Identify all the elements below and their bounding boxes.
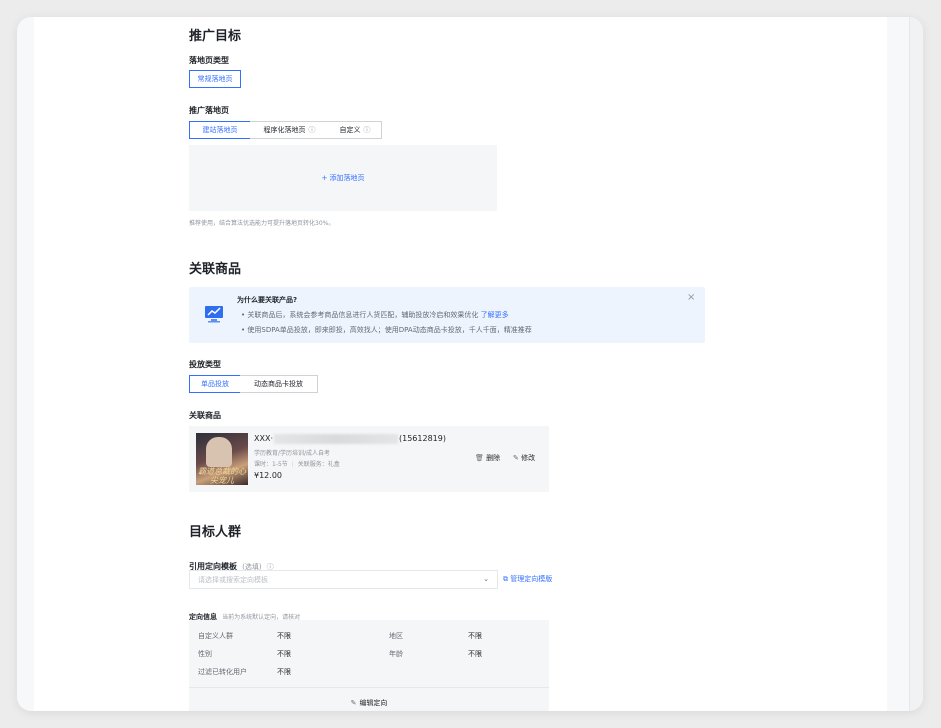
manage-template-link[interactable]: ⧉ 管理定向模版: [503, 574, 552, 584]
notice-line-2-text: 使用SDPA单品投放，即来即投，高效找人；使用DPA动态商品卡投放，千人千面，精…: [247, 326, 532, 334]
page-content: 推广目标 落地页类型 常规落地页 推广落地页 建站落地页 程序化落地页 ⓘ 自定…: [34, 17, 887, 711]
divider: |: [291, 461, 294, 468]
tab-custom-label: 自定义: [339, 126, 361, 134]
bullet-icon: •: [241, 326, 246, 334]
template-select-placeholder: 请选择或搜索定向模板: [198, 575, 268, 584]
tab-site-landing-label: 建站落地页: [202, 126, 238, 134]
target-val-custom-crowd: 不限: [277, 632, 291, 640]
tab-programmatic-landing-label: 程序化落地页: [263, 126, 306, 134]
target-info-box: 自定义人群 不限 性别 不限 过滤已转化用户 不限 地区 不限 年龄 不限 ✎ …: [189, 620, 549, 711]
product-card: 霸道总裁的心尖宠儿 XXX· (15612819) 学历教育/学历培训/成人自考…: [189, 426, 549, 492]
edit-label: 修改: [521, 454, 536, 462]
close-icon[interactable]: ×: [687, 292, 695, 303]
learn-more-link[interactable]: 了解更多: [481, 311, 509, 319]
edit-button[interactable]: ✎ 修改: [513, 453, 535, 463]
notice-title: 为什么要关联产品?: [237, 296, 298, 304]
target-key-filter-converted: 过滤已转化用户: [198, 668, 247, 676]
chevron-down-icon[interactable]: ⌄: [483, 575, 489, 583]
delete-label: 删除: [486, 454, 501, 462]
target-val-age: 不限: [468, 650, 482, 658]
target-key-custom-crowd: 自定义人群: [198, 632, 233, 640]
target-key-region: 地区: [389, 632, 403, 640]
monitor-chart-icon: [204, 304, 224, 324]
delivery-type-dynamic-label: 动态商品卡投放: [254, 380, 303, 388]
product-category: 学历教育/学历培训/成人自考: [254, 450, 331, 457]
target-val-filter-converted: 不限: [277, 668, 291, 676]
landing-type-label: 落地页类型: [189, 56, 229, 65]
landing-hint: 推荐使用，结合算法优选能力可提升落地页转化30%。: [189, 220, 335, 227]
browser-frame: 推广目标 落地页类型 常规落地页 推广落地页 建站落地页 程序化落地页 ⓘ 自定…: [17, 17, 923, 711]
delivery-type-dynamic[interactable]: 动态商品卡投放: [240, 375, 318, 393]
edit-targeting-button[interactable]: ✎ 编辑定向: [189, 687, 549, 711]
add-landing-page-dropzone[interactable]: + 添加落地页: [189, 145, 497, 211]
product-service: 关联服务：礼盒: [297, 461, 340, 468]
edit-targeting-label: 编辑定向: [359, 698, 388, 707]
delivery-type-label: 投放类型: [189, 360, 221, 369]
external-link-icon: ⧉: [503, 575, 508, 583]
target-val-region: 不限: [468, 632, 482, 640]
help-icon[interactable]: ⓘ: [309, 125, 316, 135]
scrollbar[interactable]: [909, 17, 923, 711]
tab-site-landing[interactable]: 建站落地页: [189, 121, 251, 139]
delivery-type-single[interactable]: 单品投放: [189, 375, 241, 393]
notice-line-1: • 关联商品后，系统会参考商品信息进行人货匹配，辅助投放冷启和效果优化 了解更多: [241, 310, 509, 320]
product-hours: 课时：1-5节: [254, 461, 288, 468]
help-icon[interactable]: ⓘ: [364, 125, 371, 135]
target-key-age: 年龄: [389, 650, 403, 658]
trash-icon: 🗑: [475, 454, 484, 462]
cover-figure: [206, 437, 232, 467]
product-name: XXX·: [254, 434, 273, 443]
section-title-promo-goal: 推广目标: [189, 29, 242, 44]
template-select[interactable]: 请选择或搜索定向模板 ⌄: [189, 570, 498, 589]
tab-custom[interactable]: 自定义 ⓘ: [329, 121, 382, 139]
product-label: 关联商品: [189, 411, 221, 420]
delivery-type-single-label: 单品投放: [201, 380, 229, 388]
section-title-target-audience: 目标人群: [189, 525, 242, 540]
product-notice-banner: 为什么要关联产品? • 关联商品后，系统会参考商品信息进行人货匹配，辅助投放冷启…: [189, 287, 705, 343]
bullet-icon: •: [241, 311, 246, 319]
product-price: ¥12.00: [254, 471, 282, 480]
scrollbar-thumb[interactable]: [912, 17, 920, 711]
product-meta: 课时：1-5节 | 关联服务：礼盒: [254, 459, 340, 468]
delete-button[interactable]: 🗑 删除: [475, 453, 500, 463]
pencil-icon: ✎: [513, 454, 519, 462]
tab-programmatic-landing[interactable]: 程序化落地页 ⓘ: [250, 121, 330, 139]
target-val-gender: 不限: [277, 650, 291, 658]
manage-template-label: 管理定向模版: [510, 575, 553, 583]
pencil-icon: ✎: [350, 698, 357, 707]
landing-type-option-regular[interactable]: 常规落地页: [189, 70, 241, 88]
redacted-text: [274, 434, 398, 444]
section-title-linked-product: 关联商品: [189, 262, 242, 277]
notice-line-1-text: 关联商品后，系统会参考商品信息进行人货匹配，辅助投放冷启和效果优化: [247, 311, 479, 319]
cover-title: 霸道总裁的心尖宠儿: [198, 467, 246, 485]
landing-page-label: 推广落地页: [189, 106, 229, 115]
product-cover-image: 霸道总裁的心尖宠儿: [196, 433, 248, 485]
product-id: (15612819): [399, 434, 446, 443]
notice-line-2: • 使用SDPA单品投放，即来即投，高效找人；使用DPA动态商品卡投放，千人千面…: [241, 325, 532, 335]
add-landing-page-button[interactable]: + 添加落地页: [321, 173, 364, 183]
target-key-gender: 性别: [198, 650, 212, 658]
